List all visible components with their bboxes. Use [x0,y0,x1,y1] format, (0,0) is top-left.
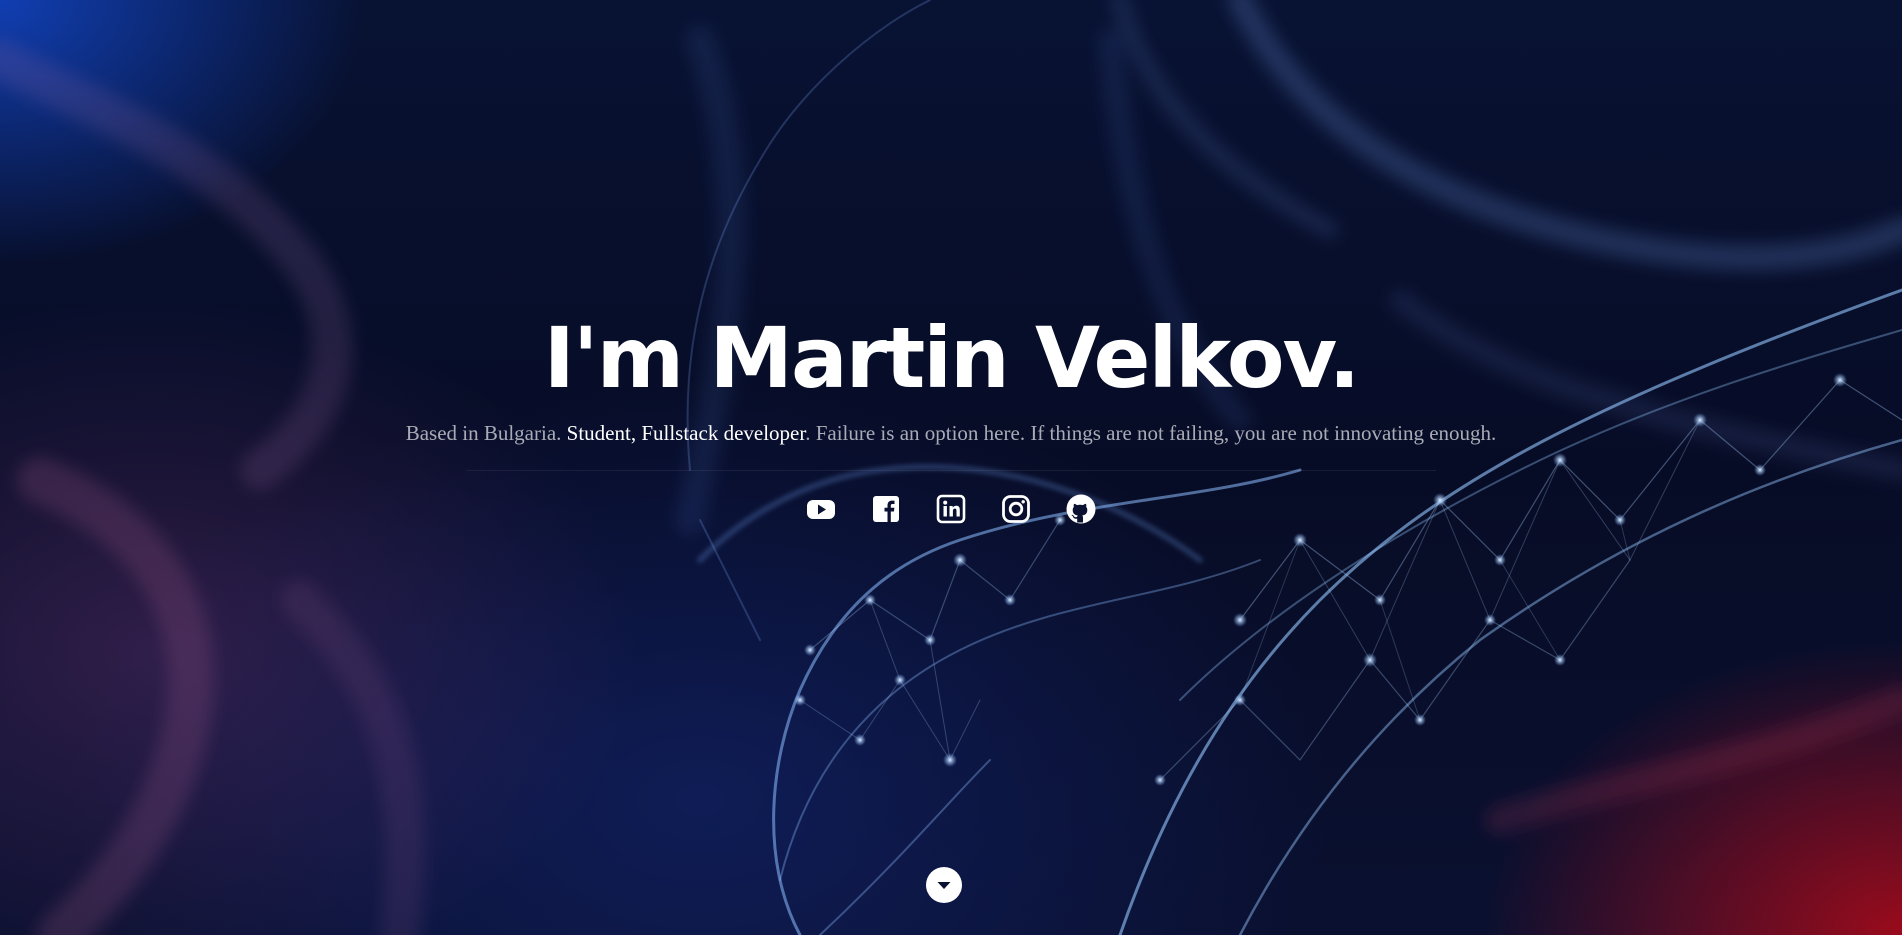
linkedin-icon [936,494,966,524]
divider [466,470,1436,471]
instagram-link[interactable] [1000,493,1032,525]
social-links [0,493,1902,525]
youtube-link[interactable] [805,493,837,525]
chevron-down-icon [937,882,951,889]
intro-tail: . Failure is an option here. If things a… [805,421,1497,445]
scroll-down-button[interactable] [926,867,962,903]
hero-section: I'm Martin Velkov. Based in Bulgaria. St… [0,0,1902,935]
linkedin-link[interactable] [935,493,967,525]
intro-highlight: Student, Fullstack developer [566,421,806,445]
hero-headline: I'm Martin Velkov. [543,309,1361,407]
youtube-icon [807,500,835,519]
intro-lead: Based in Bulgaria. [405,421,562,445]
facebook-link[interactable] [870,493,902,525]
hero-intro: Based in Bulgaria. Student, Fullstack de… [396,416,1506,450]
facebook-icon [873,496,899,522]
github-icon [1066,494,1096,524]
instagram-icon [1002,495,1030,523]
hero-content: I'm Martin Velkov. Based in Bulgaria. St… [0,300,1902,525]
github-link[interactable] [1065,493,1097,525]
